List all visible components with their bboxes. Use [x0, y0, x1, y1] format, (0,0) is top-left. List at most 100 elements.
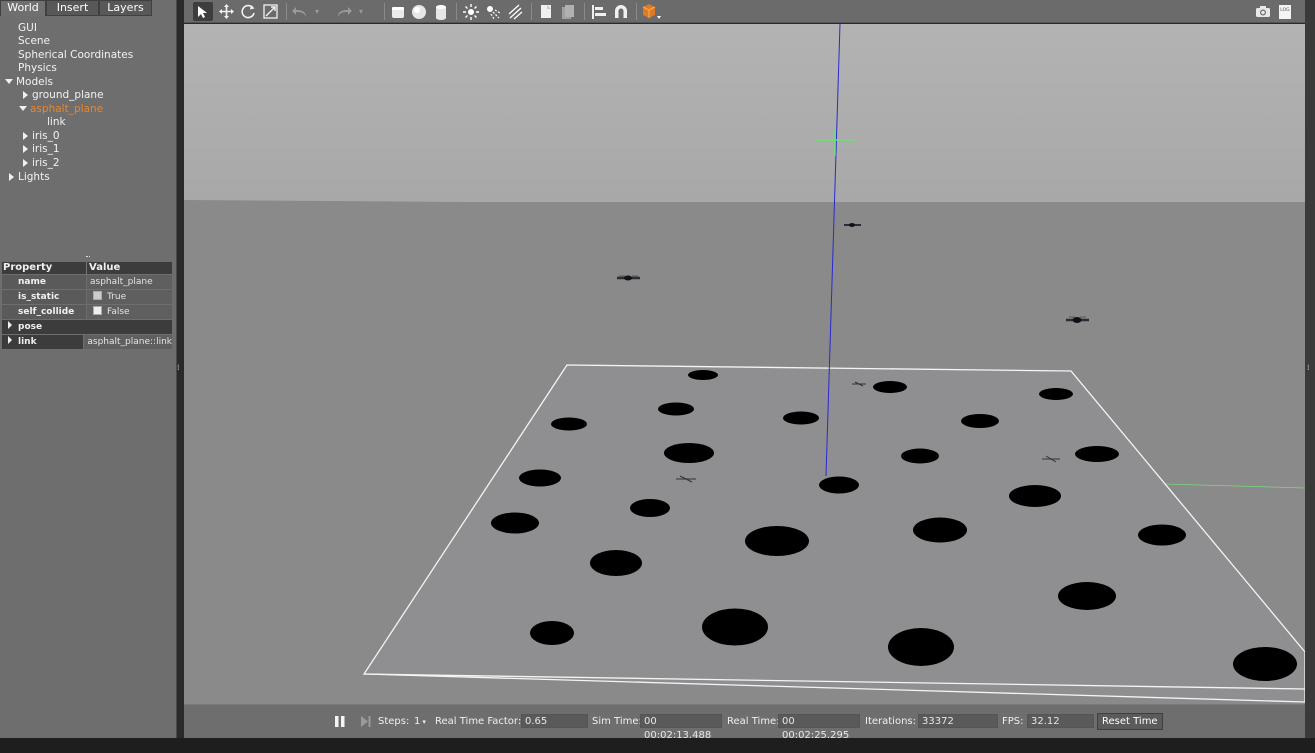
rotate-tool-icon[interactable]	[238, 2, 258, 21]
toolbar-separator	[584, 3, 585, 20]
property-group-pose[interactable]: pose	[2, 320, 172, 334]
scale-tool-icon[interactable]	[260, 2, 280, 21]
sky-background	[184, 24, 1305, 202]
tree-item-models-label: Models	[16, 76, 53, 88]
tree-item-lights[interactable]: Lights	[9, 171, 50, 184]
undo-icon[interactable]	[290, 2, 310, 21]
property-row-is-static: is_static True	[2, 290, 172, 304]
translate-tool-icon[interactable]	[216, 2, 236, 21]
left-panel: World Insert Layers GUI Scene Spherical …	[0, 0, 177, 738]
self-collide-checkbox[interactable]	[93, 306, 102, 315]
expanded-arrow-icon[interactable]	[19, 106, 27, 111]
status-bar: Steps: 1 ▾ Real Time Factor: 0.65 Sim Tim…	[184, 704, 1305, 741]
screenshot-camera-icon[interactable]	[1253, 2, 1273, 21]
tree-item-iris-2-label: iris_2	[32, 157, 60, 169]
point-light-icon[interactable]	[461, 2, 481, 21]
tree-item-models[interactable]: Models	[5, 76, 53, 89]
tree-item-physics[interactable]: Physics	[18, 62, 57, 75]
fps-value: 32.12	[1027, 714, 1094, 728]
tree-item-asphalt-plane[interactable]: asphalt_plane	[19, 103, 103, 116]
property-group-link[interactable]: link asphalt_plane::link	[2, 335, 172, 349]
tab-layers[interactable]: Layers	[99, 0, 152, 16]
select-tool-icon[interactable]	[193, 2, 213, 21]
property-key: self_collide	[2, 305, 86, 319]
tree-item-iris-1[interactable]: iris_1	[23, 143, 60, 156]
redo-icon[interactable]	[334, 2, 354, 21]
pause-button[interactable]	[334, 715, 346, 729]
redo-history-dropdown-icon[interactable]: ▾	[356, 2, 366, 21]
toolbar-separator	[384, 3, 385, 20]
tree-item-iris-2[interactable]: iris_2	[23, 157, 60, 170]
tab-insert[interactable]: Insert	[46, 0, 99, 16]
property-key: is_static	[2, 290, 86, 304]
tree-item-iris-0-label: iris_0	[32, 130, 60, 142]
property-value-self-collide: False	[87, 305, 172, 319]
step-button[interactable]	[360, 715, 372, 729]
log-recorder-icon[interactable]: LOG	[1275, 2, 1295, 21]
svg-text:LOG: LOG	[1280, 7, 1290, 13]
right-panel-collapsed: ⁞	[1305, 0, 1315, 738]
sphere-shape-icon[interactable]	[409, 2, 429, 21]
property-group-label: link	[2, 335, 84, 349]
copy-icon[interactable]	[536, 2, 556, 21]
pose-label: pose	[18, 322, 43, 332]
scene-render	[184, 24, 1305, 704]
toolbar: ▾ ▾ LOG	[184, 0, 1315, 23]
real-time-label: Real Time:	[727, 716, 780, 727]
spot-light-icon[interactable]	[483, 2, 503, 21]
sim-time-value: 00 00:02:13.488	[640, 714, 722, 741]
right-splitter-grip[interactable]: ⁞	[1307, 364, 1310, 372]
steps-label: Steps:	[378, 716, 410, 727]
cylinder-shape-icon[interactable]	[431, 2, 451, 21]
steps-spinbox[interactable]: 1 ▾	[414, 715, 426, 729]
tree-item-scene[interactable]: Scene	[18, 35, 50, 48]
collapsed-arrow-icon[interactable]	[23, 91, 28, 99]
toolbar-separator	[636, 3, 637, 20]
snap-magnet-icon[interactable]	[611, 2, 631, 21]
tree-item-spherical-coordinates[interactable]: Spherical Coordinates	[18, 49, 133, 62]
real-time-factor-label: Real Time Factor:	[435, 716, 522, 727]
tab-world[interactable]: World	[0, 0, 46, 16]
property-key: name	[2, 275, 86, 289]
collapsed-arrow-icon[interactable]	[23, 132, 28, 140]
tree-item-ground-plane[interactable]: ground_plane	[23, 89, 104, 102]
property-table: Property Value name asphalt_plane is_sta…	[2, 262, 172, 349]
bottom-border	[0, 738, 1315, 753]
box-shape-icon[interactable]	[388, 2, 408, 21]
change-view-icon[interactable]	[641, 2, 661, 21]
property-value-link: asphalt_plane::link	[84, 335, 172, 349]
collapsed-arrow-icon[interactable]	[23, 159, 28, 167]
value-column-header: Value	[86, 262, 172, 274]
collapsed-arrow-icon[interactable]	[23, 145, 28, 153]
steps-value: 1	[414, 716, 421, 727]
toolbar-separator	[286, 3, 287, 20]
left-splitter-grip[interactable]: ⁞	[177, 364, 180, 372]
expanded-arrow-icon[interactable]	[5, 79, 13, 84]
scene-viewport[interactable]	[184, 24, 1305, 704]
tree-item-link[interactable]: link	[47, 116, 66, 129]
undo-history-dropdown-icon[interactable]: ▾	[312, 2, 322, 21]
property-value-is-static: True	[87, 290, 172, 304]
tree-item-iris-0[interactable]: iris_0	[23, 130, 60, 143]
tree-item-ground-plane-label: ground_plane	[32, 89, 104, 101]
is-static-checkbox[interactable]	[93, 291, 102, 300]
tree-item-lights-label: Lights	[18, 171, 50, 183]
property-row-name: name asphalt_plane	[2, 275, 172, 289]
collapsed-arrow-icon[interactable]	[9, 173, 14, 181]
toolbar-separator	[456, 3, 457, 20]
iterations-value: 33372	[918, 714, 998, 728]
panel-splitter-handle[interactable]	[86, 256, 90, 259]
directional-light-icon[interactable]	[505, 2, 525, 21]
sim-time-label: Sim Time:	[592, 716, 642, 727]
fps-label: FPS:	[1002, 716, 1024, 727]
property-value-name[interactable]: asphalt_plane	[87, 275, 172, 289]
collapsed-arrow-icon[interactable]	[8, 336, 12, 344]
paste-icon[interactable]	[558, 2, 578, 21]
iterations-label: Iterations:	[865, 716, 916, 727]
spinbox-arrow-icon[interactable]: ▾	[422, 718, 426, 726]
collapsed-arrow-icon[interactable]	[8, 321, 12, 329]
tree-item-gui[interactable]: GUI	[18, 22, 37, 35]
align-icon[interactable]	[589, 2, 609, 21]
reset-time-button[interactable]: Reset Time	[1097, 713, 1163, 730]
tree-item-iris-1-label: iris_1	[32, 143, 60, 155]
